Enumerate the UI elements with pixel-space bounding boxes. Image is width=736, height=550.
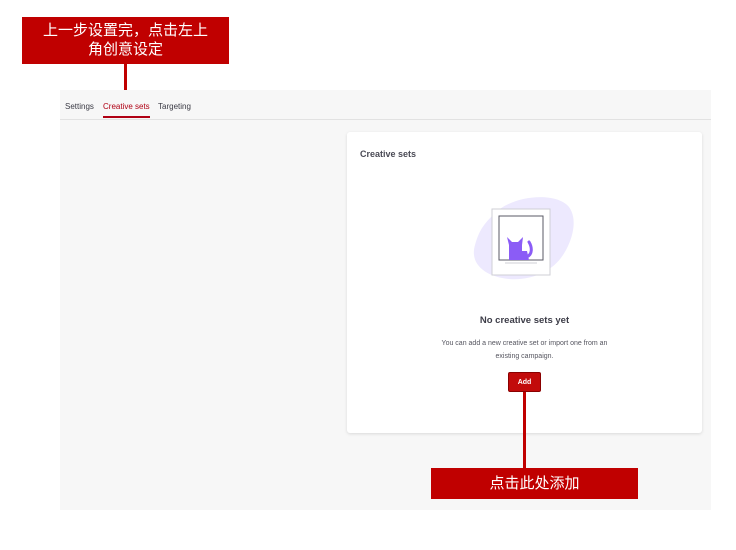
empty-state-description: You can add a new creative set or import… bbox=[427, 337, 622, 363]
card-title: Creative sets bbox=[360, 149, 417, 159]
annotation-top-line2: 角创意设定 bbox=[87, 40, 163, 58]
add-button[interactable]: Add bbox=[508, 372, 541, 392]
empty-state-title: No creative sets yet bbox=[479, 315, 570, 326]
tab-settings[interactable]: Settings bbox=[65, 102, 94, 111]
empty-state-description-line2: existing campaign. bbox=[495, 353, 554, 360]
tab-creative-sets[interactable]: Creative sets bbox=[103, 102, 150, 111]
tab-bar: Settings Creative sets Targeting bbox=[60, 90, 711, 120]
annotation-callout-bottom: 点击此处添加 bbox=[431, 468, 638, 499]
annotation-top-line1: 上一步设置完，点击左上 bbox=[42, 21, 208, 39]
app-screen: Settings Creative sets Targeting Creativ… bbox=[60, 90, 711, 510]
annotation-callout-top: 上一步设置完，点击左上 角创意设定 bbox=[22, 17, 229, 64]
empty-state-description-line1: You can add a new creative set or import… bbox=[441, 340, 608, 347]
active-tab-indicator bbox=[103, 116, 150, 118]
tab-targeting[interactable]: Targeting bbox=[158, 102, 191, 111]
annotation-connector-bottom bbox=[523, 392, 526, 468]
cat-illustration-icon bbox=[473, 197, 574, 280]
creative-sets-card: Creative sets No creative sets yet You c… bbox=[347, 132, 702, 433]
